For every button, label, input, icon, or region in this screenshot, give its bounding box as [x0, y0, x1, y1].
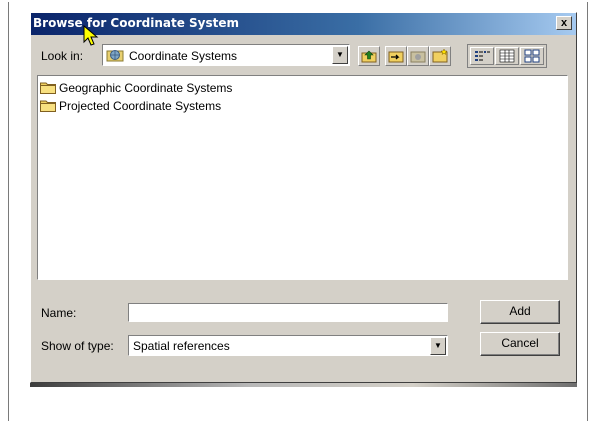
look-in-dropdown-arrow[interactable]: ▼ — [332, 46, 348, 64]
up-one-level-icon — [361, 50, 377, 63]
up-one-level-button[interactable] — [358, 46, 380, 66]
list-view-icon — [475, 51, 490, 61]
list-item-label: Geographic Coordinate Systems — [59, 81, 233, 95]
cancel-button[interactable]: Cancel — [480, 332, 560, 356]
background-window-strip — [30, 383, 577, 387]
thumbnails-view-icon — [524, 49, 540, 63]
title-bar[interactable]: Browse for Coordinate System x — [31, 13, 576, 35]
details-view-button[interactable] — [495, 47, 519, 65]
file-list[interactable]: Geographic Coordinate Systems Projected … — [37, 75, 568, 280]
show-of-type-dropdown[interactable]: Spatial references ▼ — [128, 335, 448, 356]
folder-icon — [40, 99, 56, 115]
connect-folder-icon — [388, 51, 404, 63]
look-in-label: Look in: — [41, 49, 84, 63]
list-item-label: Projected Coordinate Systems — [59, 99, 222, 113]
name-field[interactable] — [128, 303, 448, 322]
chevron-down-icon: ▼ — [336, 50, 344, 59]
show-of-type-label: Show of type: — [41, 339, 114, 353]
connect-folder-button[interactable] — [385, 46, 407, 66]
globe-folder-icon — [106, 48, 124, 65]
look-in-dropdown[interactable]: Coordinate Systems ▼ — [102, 44, 350, 66]
add-button[interactable]: Add — [480, 300, 560, 324]
list-view-button[interactable] — [470, 47, 494, 65]
disconnect-folder-icon — [410, 51, 426, 63]
show-of-type-value: Spatial references — [133, 339, 230, 353]
close-button[interactable]: x — [556, 16, 572, 30]
new-folder-button[interactable] — [429, 46, 451, 66]
look-in-value: Coordinate Systems — [129, 49, 238, 63]
details-view-icon — [499, 49, 515, 63]
dialog-title: Browse for Coordinate System — [33, 16, 240, 30]
show-of-type-dropdown-arrow[interactable]: ▼ — [430, 337, 446, 355]
new-folder-icon — [432, 48, 448, 63]
disconnect-folder-button[interactable] — [407, 46, 429, 66]
thumbnails-view-button[interactable] — [520, 47, 544, 65]
mouse-cursor-icon — [82, 24, 102, 51]
browse-dialog: Browse for Coordinate System x Look in: … — [30, 12, 577, 383]
name-label: Name: — [41, 306, 77, 320]
chevron-down-icon: ▼ — [434, 341, 442, 350]
folder-icon — [40, 81, 56, 97]
